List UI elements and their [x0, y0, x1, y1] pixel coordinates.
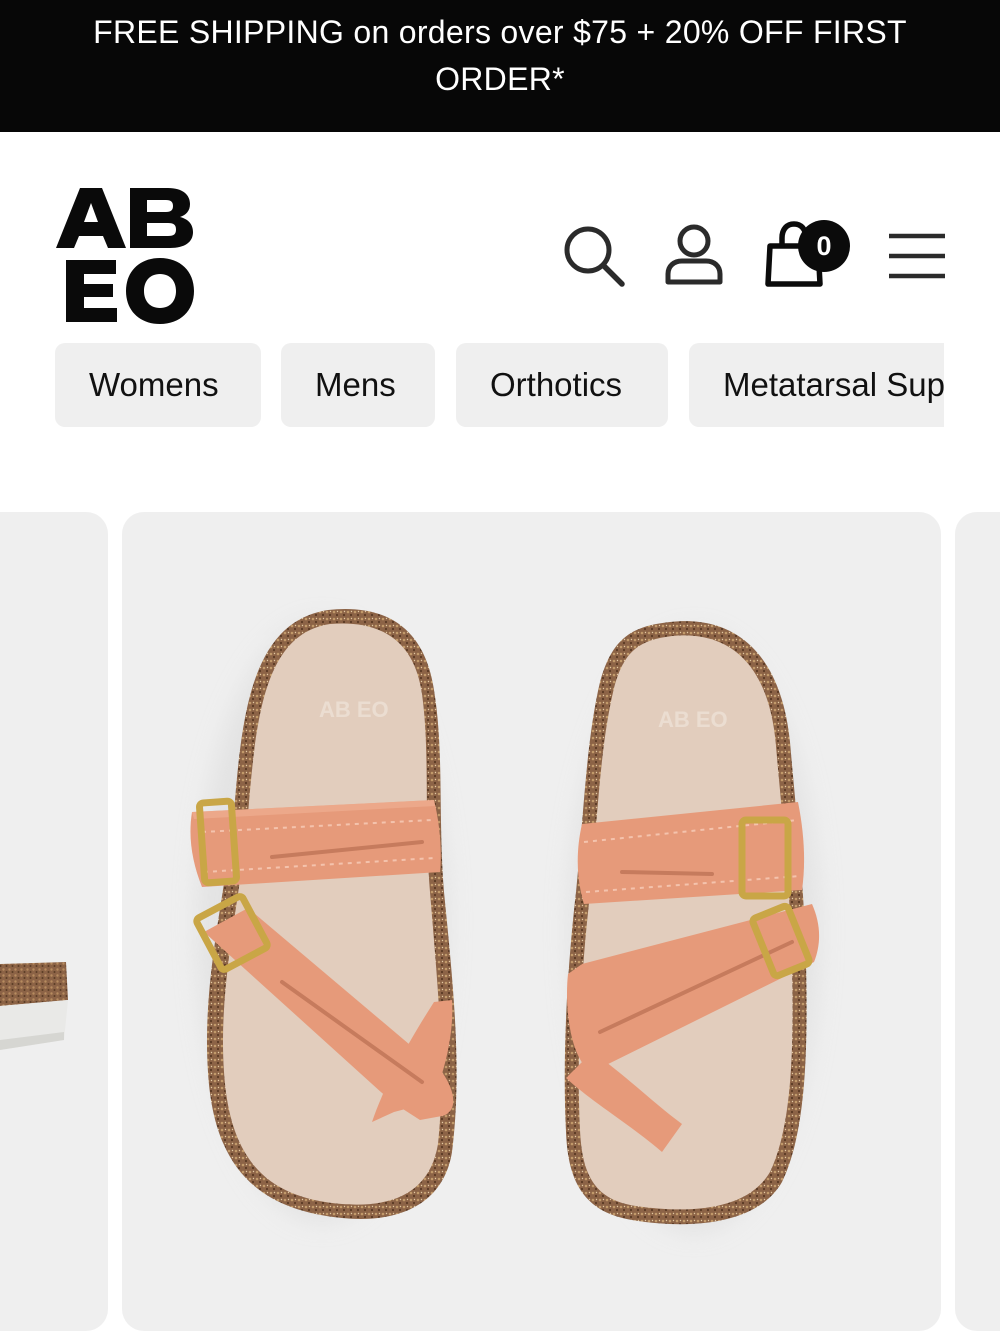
account-button[interactable] — [662, 222, 726, 288]
search-button[interactable] — [560, 222, 626, 288]
cart-count-badge: 0 — [798, 220, 850, 272]
category-pill-orthotics[interactable]: Orthotics — [456, 343, 668, 427]
product-image-carousel[interactable]: AB EO AB EO — [0, 512, 1000, 1333]
abeo-logo-mark — [56, 188, 194, 324]
carousel-slide-next[interactable] — [955, 512, 1000, 1331]
account-icon — [665, 224, 723, 285]
carousel-slide-previous[interactable] — [0, 512, 108, 1331]
category-pill-womens[interactable]: Womens — [55, 343, 261, 427]
search-icon — [564, 226, 625, 287]
promo-text: FREE SHIPPING on orders over $75 + 20% O… — [93, 14, 907, 97]
left-sandal: AB EO — [190, 608, 457, 1222]
menu-button[interactable] — [886, 228, 948, 284]
promo-banner[interactable]: FREE SHIPPING on orders over $75 + 20% O… — [0, 0, 1000, 132]
right-sandal: AB EO — [564, 621, 820, 1232]
menu-icon — [889, 233, 945, 279]
sandal-side-view-image — [0, 962, 68, 1050]
category-pill-metatarsal-support[interactable]: Metatarsal Support — [689, 343, 944, 427]
category-nav: Womens Mens Orthotics Metatarsal Support — [55, 343, 944, 427]
carousel-slide-current[interactable]: AB EO AB EO — [122, 512, 941, 1331]
category-pill-mens[interactable]: Mens — [281, 343, 435, 427]
sandal-product-image: AB EO AB EO — [190, 608, 820, 1232]
footbed-logo-left: AB EO — [319, 697, 389, 722]
brand-logo[interactable] — [56, 186, 198, 326]
footbed-logo-right: AB EO — [658, 707, 728, 732]
